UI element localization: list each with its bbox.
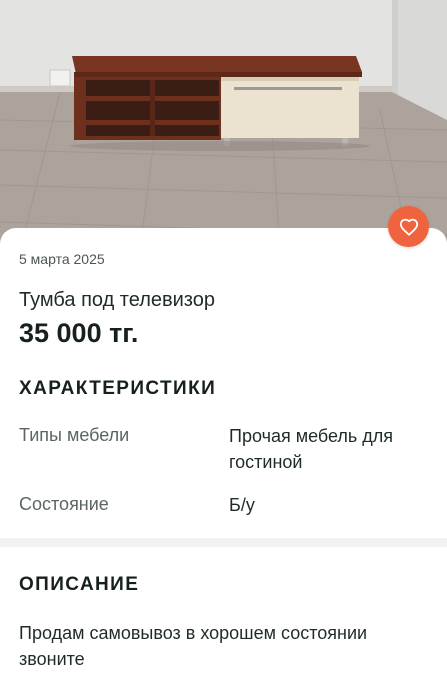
- listing-price: 35 000 тг.: [19, 318, 139, 348]
- spec-label-furniture-type: Типы мебели: [19, 425, 130, 445]
- section-divider: [0, 538, 447, 547]
- listing-date: 5 марта 2025: [19, 251, 105, 267]
- spec-value-furniture-type: Прочая мебель для гостиной: [229, 426, 394, 472]
- characteristics-heading: ХАРАКТЕРИСТИКИ: [19, 378, 217, 399]
- description-text: Продам самовывоз в хорошем состоянии зво…: [19, 623, 368, 669]
- listing-photo[interactable]: [0, 0, 447, 250]
- tv-stand-photo: [0, 0, 447, 250]
- description-heading: ОПИСАНИЕ: [19, 574, 140, 595]
- favorite-button[interactable]: [388, 206, 429, 247]
- heart-icon: [399, 218, 419, 236]
- spec-label-condition: Состояние: [19, 494, 109, 514]
- spec-value-condition: Б/у: [229, 495, 255, 515]
- listing-title: Тумба под телевизор: [19, 289, 215, 311]
